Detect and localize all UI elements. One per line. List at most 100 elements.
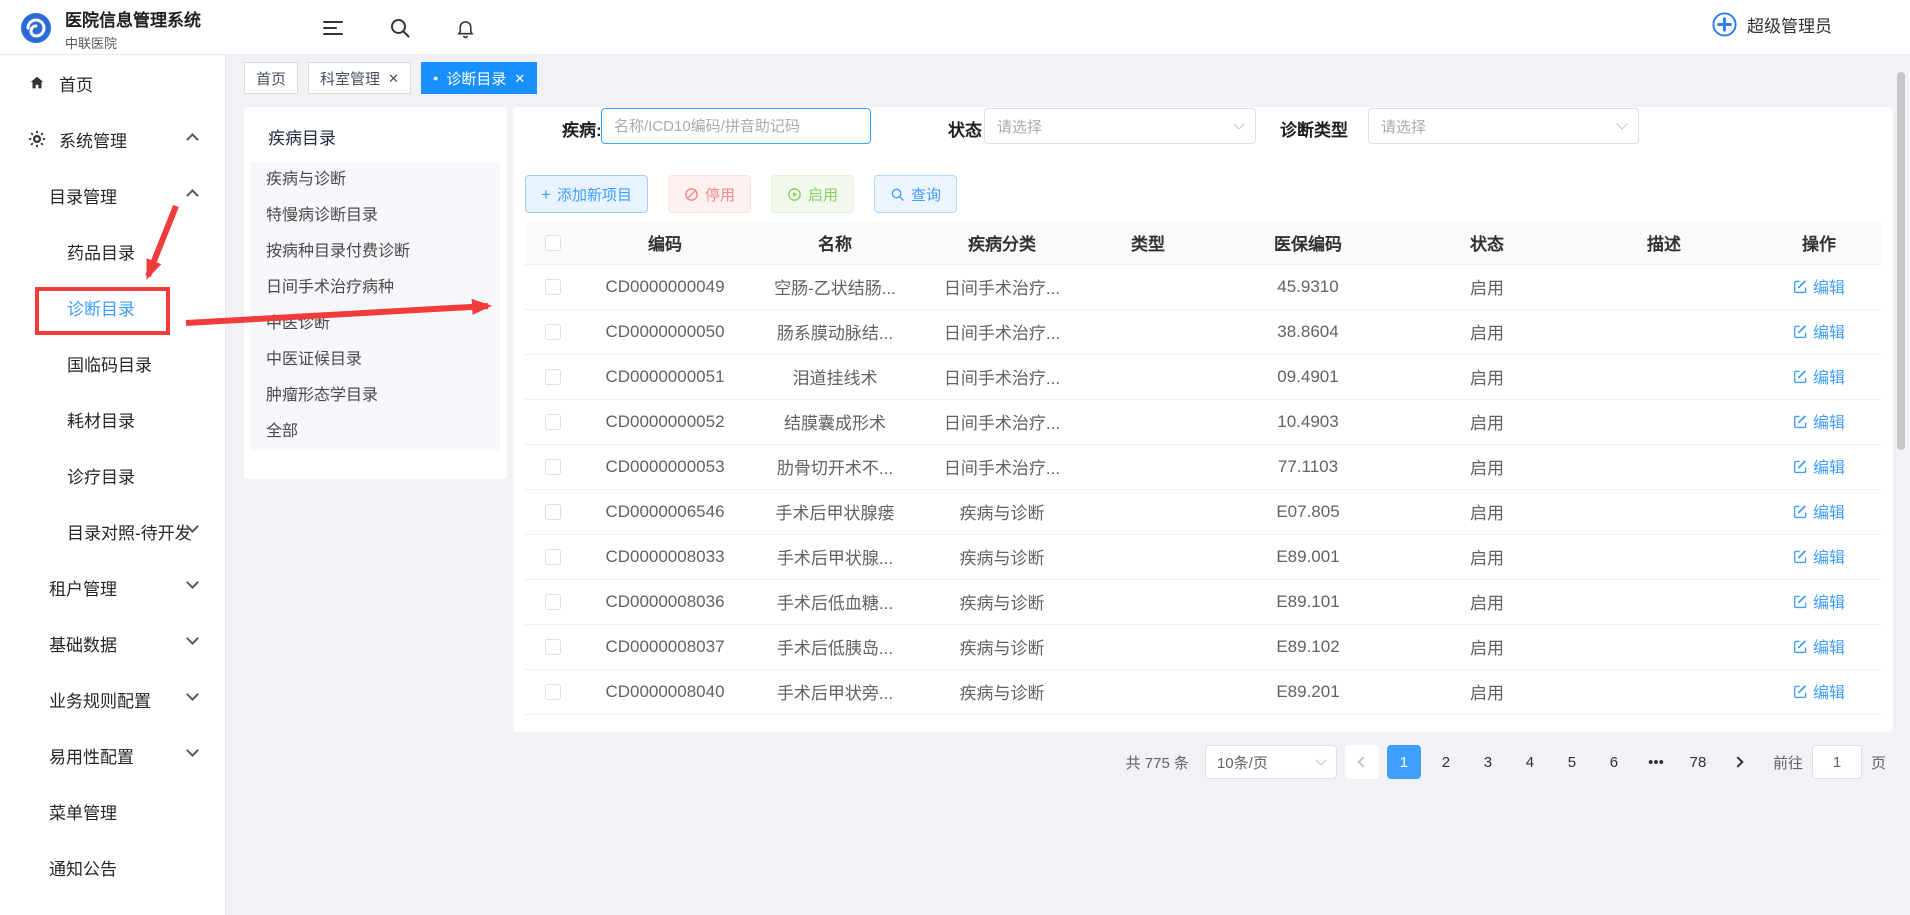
row-checkbox[interactable] [545, 459, 561, 475]
sidebar-item-catalog-management[interactable]: 目录管理 [0, 167, 225, 223]
page-button-1[interactable]: 1 [1387, 745, 1421, 779]
sidebar-item-national-code-catalog[interactable]: 国临码目录 [0, 335, 225, 391]
cell-code: CD0000008040 [581, 669, 749, 714]
sidebar-item-basic-data[interactable]: 基础数据 [0, 615, 225, 671]
edit-label: 编辑 [1813, 544, 1845, 568]
cell-type [1083, 399, 1213, 444]
diagnosis-type-filter-label: 诊断类型 [1280, 116, 1348, 141]
row-checkbox[interactable] [545, 279, 561, 295]
page-button-2[interactable]: 2 [1429, 745, 1463, 779]
close-icon[interactable]: ✕ [388, 72, 399, 85]
edit-button[interactable]: 编辑 [1793, 274, 1845, 298]
sidebar-item-label: 诊断目录 [67, 295, 135, 320]
sidebar-item-consumables-catalog[interactable]: 耗材目录 [0, 391, 225, 447]
sidebar-item-usability-config[interactable]: 易用性配置 [0, 727, 225, 783]
catalog-item-payment-by-disease[interactable]: 按病种目录付费诊断 [251, 234, 500, 270]
user-menu[interactable]: 超级管理员 [1711, 11, 1832, 38]
add-new-item-button[interactable]: + 添加新项目 [525, 175, 648, 213]
cell-category: 日间手术治疗... [921, 399, 1083, 444]
catalog-item-tcm-syndrome[interactable]: 中医证候目录 [251, 342, 500, 378]
page-button-6[interactable]: 6 [1597, 745, 1631, 779]
close-icon[interactable]: ✕ [514, 72, 525, 85]
vertical-scrollbar[interactable] [1897, 72, 1905, 450]
sidebar-item-drug-catalog[interactable]: 药品目录 [0, 223, 225, 279]
tab-home[interactable]: 首页 [244, 62, 298, 94]
catalog-item-all[interactable]: 全部 [251, 414, 500, 450]
edit-button[interactable]: 编辑 [1793, 409, 1845, 433]
sidebar-item-menu-management[interactable]: 菜单管理 [0, 783, 225, 839]
cell-category: 疾病与诊断 [921, 624, 1083, 669]
sidebar-item-tenant-management[interactable]: 租户管理 [0, 559, 225, 615]
catalog-item-day-surgery[interactable]: 日间手术治疗病种 [251, 270, 500, 306]
edit-button[interactable]: 编辑 [1793, 319, 1845, 343]
enable-button[interactable]: 启用 [771, 175, 854, 213]
sidebar-item-home[interactable]: 首页 [0, 55, 225, 111]
chevron-up-icon [188, 185, 197, 205]
row-checkbox[interactable] [545, 369, 561, 385]
more-pages-button[interactable]: ••• [1639, 745, 1673, 779]
table-row: CD0000008037 手术后低胰岛... 疾病与诊断 E89.102 启用 … [525, 624, 1881, 669]
sidebar: 首页 系统管理 目录管理 药品目录 诊断目录 国临码目录 耗材目录 诊疗目录 目… [0, 55, 226, 915]
cell-category: 日间手术治疗... [921, 444, 1083, 489]
edit-icon [1793, 639, 1808, 654]
sidebar-item-label: 首页 [59, 71, 93, 96]
row-checkbox[interactable] [545, 549, 561, 565]
sidebar-item-label: 通知公告 [49, 855, 117, 880]
tab-department-management[interactable]: 科室管理 ✕ [308, 62, 411, 94]
disable-button[interactable]: 停用 [668, 175, 751, 213]
sidebar-item-notice[interactable]: 通知公告 [0, 839, 225, 895]
cell-name: 空肠-乙状结肠... [749, 264, 921, 309]
row-checkbox[interactable] [545, 504, 561, 520]
catalog-item-chronic-disease[interactable]: 特慢病诊断目录 [251, 198, 500, 234]
goto-page-input[interactable] [1812, 745, 1862, 779]
sidebar-item-treatment-catalog[interactable]: 诊疗目录 [0, 447, 225, 503]
cell-insurance-code: E89.201 [1213, 669, 1403, 714]
page-button-78[interactable]: 78 [1681, 745, 1715, 779]
row-checkbox[interactable] [545, 414, 561, 430]
edit-button[interactable]: 编辑 [1793, 679, 1845, 703]
page-button-5[interactable]: 5 [1555, 745, 1589, 779]
table-row: CD0000008036 手术后低血糖... 疾病与诊断 E89.101 启用 … [525, 579, 1881, 624]
cell-description [1571, 579, 1757, 624]
bell-icon[interactable] [450, 13, 480, 43]
query-button[interactable]: 查询 [874, 175, 957, 213]
edit-button[interactable]: 编辑 [1793, 544, 1845, 568]
sidebar-item-business-rules[interactable]: 业务规则配置 [0, 671, 225, 727]
row-checkbox[interactable] [545, 594, 561, 610]
catalog-item-tumor-morphology[interactable]: 肿瘤形态学目录 [251, 378, 500, 414]
catalog-item-disease-diagnosis[interactable]: 疾病与诊断 [251, 162, 500, 198]
next-page-button[interactable] [1723, 745, 1757, 779]
cell-code: CD0000008033 [581, 534, 749, 579]
cell-name: 手术后甲状腺瘘 [749, 489, 921, 534]
row-checkbox[interactable] [545, 684, 561, 700]
edit-button[interactable]: 编辑 [1793, 454, 1845, 478]
sidebar-item-system-management[interactable]: 系统管理 [0, 111, 225, 167]
edit-button[interactable]: 编辑 [1793, 589, 1845, 613]
page-button-3[interactable]: 3 [1471, 745, 1505, 779]
edit-button[interactable]: 编辑 [1793, 499, 1845, 523]
collapse-menu-icon[interactable] [318, 13, 348, 43]
tab-diagnosis-catalog[interactable]: ● 诊断目录 ✕ [421, 62, 537, 94]
tab-label: 科室管理 [320, 68, 380, 89]
cell-category: 疾病与诊断 [921, 489, 1083, 534]
tab-label: 首页 [256, 68, 286, 89]
edit-icon [1793, 369, 1808, 384]
main-panel: 疾病: 状态 请选择 诊断类型 请选择 + 添加新项目 停用 启用 查询 [513, 107, 1893, 732]
edit-button[interactable]: 编辑 [1793, 364, 1845, 388]
diagnosis-type-select[interactable]: 请选择 [1368, 108, 1639, 144]
sidebar-item-diagnosis-catalog[interactable]: 诊断目录 [0, 279, 225, 335]
select-all-checkbox[interactable] [545, 235, 561, 251]
disease-search-input[interactable] [601, 108, 871, 144]
sidebar-item-catalog-mapping[interactable]: 目录对照-待开发 [0, 503, 225, 559]
edit-icon [1793, 684, 1808, 699]
prev-page-button[interactable] [1345, 745, 1379, 779]
edit-button[interactable]: 编辑 [1793, 634, 1845, 658]
row-checkbox[interactable] [545, 324, 561, 340]
search-icon[interactable] [385, 13, 415, 43]
row-checkbox[interactable] [545, 639, 561, 655]
page-button-4[interactable]: 4 [1513, 745, 1547, 779]
chevron-down-icon [188, 633, 197, 653]
page-size-select[interactable]: 10条/页 [1205, 745, 1337, 779]
catalog-item-tcm-diagnosis[interactable]: 中医诊断 [251, 306, 500, 342]
status-select[interactable]: 请选择 [984, 108, 1256, 144]
